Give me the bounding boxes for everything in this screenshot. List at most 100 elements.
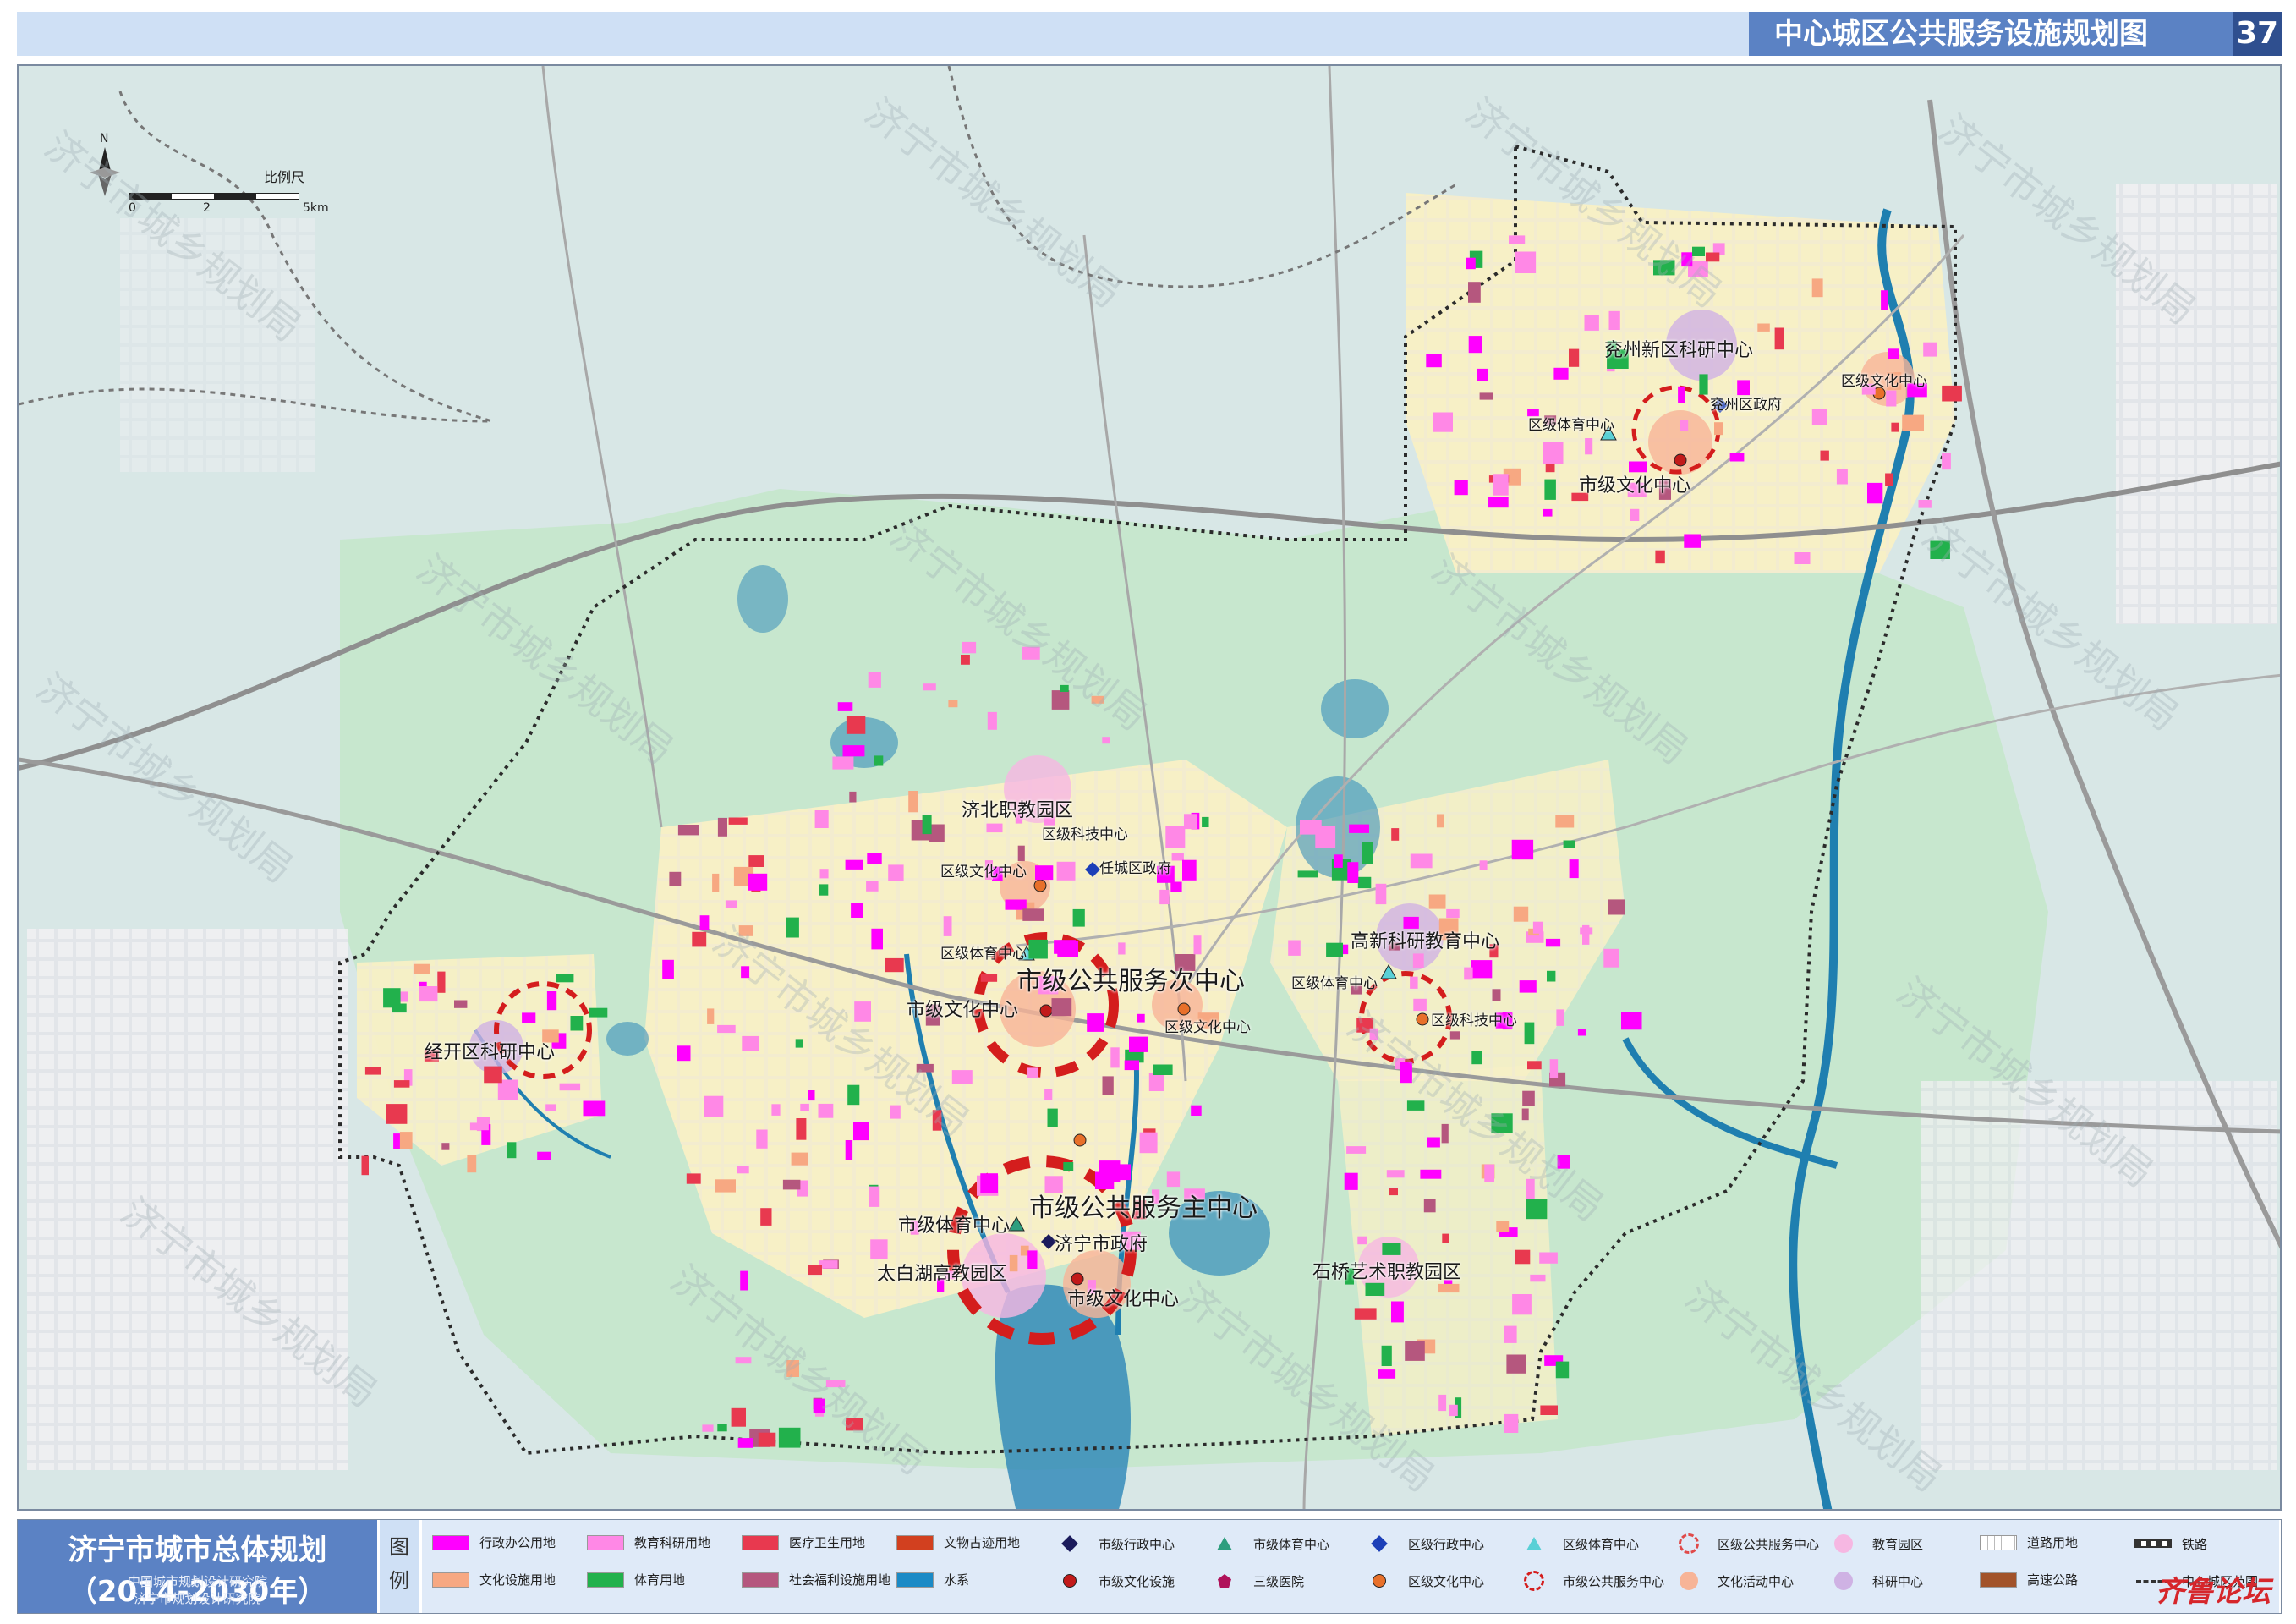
land-parcel: [1526, 1178, 1535, 1199]
land-parcel: [1389, 1188, 1398, 1196]
land-parcel: [731, 1407, 746, 1427]
district-culture-dot: [1416, 1012, 1429, 1026]
legend-label: 铁路: [2182, 1536, 2208, 1552]
legend-symbol: [1206, 1533, 1243, 1554]
land-parcel: [556, 974, 574, 983]
land-parcel: [1496, 1221, 1510, 1232]
legend-item: 市级公共服务中心: [1515, 1571, 1664, 1591]
label-main-center: 市级公共服务主中心: [1029, 1193, 1258, 1223]
land-parcel: [846, 716, 866, 734]
land-parcel: [1426, 354, 1442, 368]
land-parcel: [1436, 814, 1444, 828]
legend: 行政办公用地 文化设施用地 教育科研用地 体育用地 医疗卫生用地 社会福利设施用地 文物古迹…: [422, 1520, 2279, 1613]
land-parcel: [1184, 814, 1197, 830]
land-parcel: [961, 655, 970, 665]
legend-symbol: [587, 1534, 624, 1550]
land-parcel: [1054, 940, 1076, 954]
land-parcel: [1468, 336, 1482, 354]
land-parcel: [1891, 422, 1899, 432]
land-parcel: [1362, 842, 1373, 864]
legend-symbol: [896, 1534, 934, 1550]
label-yanzhou-culture-district: 区级文化中心: [1841, 373, 1927, 390]
legend-item: 区级行政中心: [1361, 1533, 1484, 1554]
land-parcel: [1354, 1308, 1377, 1320]
land-parcel: [818, 1103, 834, 1118]
legend-symbol: [896, 1572, 934, 1588]
land-parcel: [1056, 861, 1076, 881]
legend-label: 区级公共服务中心: [1718, 1536, 1820, 1552]
label-rencheng-gov: 任城区政府: [1099, 860, 1171, 877]
land-parcel: [1539, 1252, 1558, 1264]
label-rencheng-culture: 区级文化中心: [940, 864, 1027, 881]
land-parcel: [1706, 252, 1720, 262]
land-parcel: [1166, 1171, 1181, 1188]
land-parcel: [1091, 695, 1104, 704]
land-parcel: [1020, 1245, 1029, 1256]
land-parcel: [1608, 310, 1620, 330]
land-parcel: [1438, 1394, 1447, 1412]
land-parcel: [819, 884, 829, 896]
land-parcel: [1545, 938, 1561, 947]
land-parcel: [1449, 1031, 1460, 1040]
land-parcel: [1930, 540, 1950, 559]
land-parcel: [1405, 1341, 1425, 1361]
land-parcel: [1729, 453, 1745, 462]
land-parcel: [715, 1179, 736, 1193]
land-parcel: [742, 1035, 759, 1051]
land-parcel: [522, 1012, 536, 1023]
land-parcel: [869, 1186, 880, 1207]
label-sub-city-culture: 市级文化中心: [907, 1000, 1019, 1021]
land-parcel: [1044, 1089, 1053, 1100]
land-parcel: [1433, 412, 1453, 432]
land-parcel: [1047, 1108, 1058, 1127]
legend-label: 文物古迹用地: [944, 1535, 1021, 1550]
land-parcel: [717, 817, 727, 837]
map-area[interactable]: N 比例尺 0 2 5km 济宁市城乡规划局 济宁市城乡规划局 济宁市城乡规划局…: [17, 64, 2282, 1511]
legend-item: 行政办公用地: [432, 1533, 556, 1551]
land-parcel: [1521, 1108, 1529, 1121]
land-parcel: [1378, 1369, 1396, 1379]
land-parcel: [1479, 392, 1493, 400]
land-parcel: [1584, 315, 1599, 331]
land-parcel: [454, 1000, 468, 1008]
legend-label: 高速公路: [2027, 1572, 2079, 1588]
land-parcel: [1543, 442, 1564, 464]
land-parcel: [737, 1438, 753, 1448]
legend-symbol: [432, 1572, 469, 1588]
land-parcel: [791, 1152, 808, 1166]
land-parcel: [1678, 386, 1685, 403]
legend-label: 教育园区: [1872, 1536, 1924, 1552]
land-parcel: [1137, 1013, 1145, 1023]
legend-item: 教育科研用地: [587, 1533, 710, 1551]
label-gaoxin-sports: 区级体育中心: [1291, 975, 1378, 992]
land-parcel: [559, 1083, 581, 1091]
label-gaoxin-edu: 高新科研教育中心: [1351, 931, 1500, 952]
land-parcel: [1410, 853, 1433, 869]
land-parcel: [1555, 1361, 1570, 1379]
land-parcel: [725, 900, 737, 908]
land-parcel: [1297, 870, 1318, 878]
land-parcel: [778, 1427, 801, 1448]
land-parcel: [1603, 948, 1619, 968]
land-parcel: [1063, 1162, 1074, 1171]
label-yanzhou-research: 兖州新区科研中心: [1604, 340, 1754, 361]
land-parcel: [845, 1140, 853, 1160]
land-parcel: [1420, 1169, 1442, 1179]
land-parcel: [819, 1260, 838, 1269]
map-title: 中心城区公共服务设施规划图: [1749, 12, 2282, 56]
land-parcel: [583, 1100, 606, 1116]
land-parcel: [1005, 899, 1027, 910]
land-parcel: [851, 903, 863, 918]
land-parcel: [943, 916, 952, 936]
legend-label: 道路用地: [2027, 1535, 2079, 1550]
land-parcel: [771, 1104, 781, 1116]
land-parcel: [1557, 1155, 1570, 1169]
legend-item: 道路用地: [1980, 1533, 2078, 1551]
city-culture-dot: [1039, 1004, 1053, 1018]
land-parcel: [846, 1418, 863, 1431]
land-parcel: [364, 1067, 381, 1075]
land-parcel: [1349, 824, 1369, 833]
land-parcel: [814, 810, 829, 828]
land-parcel: [1365, 1282, 1385, 1296]
land-parcel: [1468, 282, 1481, 303]
